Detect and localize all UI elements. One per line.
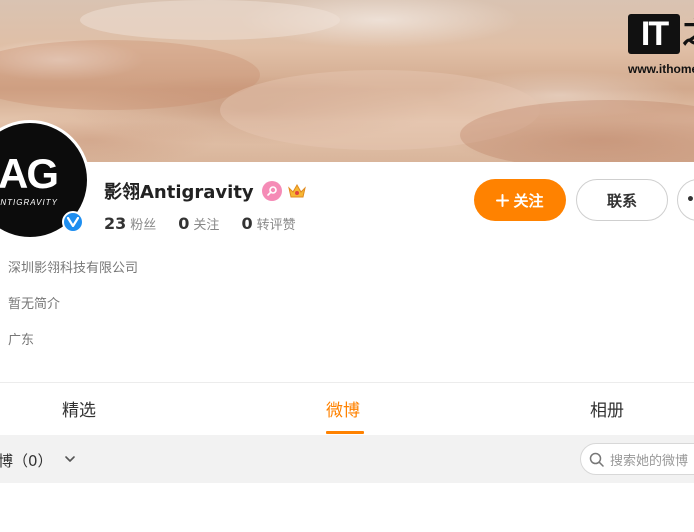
- follow-button-label: 关注: [513, 191, 544, 210]
- verified-icon: [62, 211, 84, 233]
- profile-bio: 暂无简介: [8, 297, 61, 312]
- profile-banner: [0, 0, 694, 162]
- watermark-char: 之: [682, 14, 694, 54]
- search-icon: [589, 452, 604, 467]
- active-tab-indicator: [326, 431, 364, 434]
- chevron-down-icon[interactable]: [63, 452, 77, 466]
- pink-badge-icon[interactable]: [261, 181, 282, 201]
- watermark-url: www.ithome: [628, 62, 694, 76]
- plus-icon: [496, 193, 510, 207]
- profile-company: 深圳影翎科技有限公司: [8, 261, 139, 276]
- profile-location: 广东: [8, 333, 35, 348]
- tab-album[interactable]: 相册: [590, 396, 624, 421]
- stat-interactions[interactable]: 0 转评赞: [241, 214, 295, 233]
- follow-button[interactable]: 关注: [474, 179, 566, 221]
- profile-stats: 23 粉丝 0 关注 0 转评赞: [104, 214, 296, 233]
- weibo-count-filter[interactable]: 博（0）: [0, 450, 53, 471]
- more-button[interactable]: •: [677, 179, 694, 221]
- avatar-logo-mark: AG: [0, 150, 59, 197]
- more-icon: •: [686, 192, 694, 208]
- tabs-divider: [0, 382, 694, 383]
- contact-button-label: 联系: [606, 191, 637, 210]
- profile-name: 影翎Antigravity: [104, 182, 254, 203]
- stat-followers[interactable]: 23 粉丝: [104, 214, 156, 233]
- watermark-logo: IT: [628, 14, 680, 54]
- contact-button[interactable]: 联系: [576, 179, 668, 221]
- crown-icon[interactable]: [286, 180, 308, 202]
- tab-featured[interactable]: 精选: [62, 396, 96, 421]
- profile-name-row: 影翎Antigravity: [104, 178, 308, 204]
- avatar-logo-subtitle: ANTIGRAVITY: [0, 198, 58, 207]
- search-input[interactable]: 搜索她的微博: [580, 443, 694, 475]
- search-placeholder: 搜索她的微博: [610, 453, 689, 469]
- stat-following[interactable]: 0 关注: [178, 214, 219, 233]
- tab-weibo[interactable]: 微博: [326, 396, 360, 421]
